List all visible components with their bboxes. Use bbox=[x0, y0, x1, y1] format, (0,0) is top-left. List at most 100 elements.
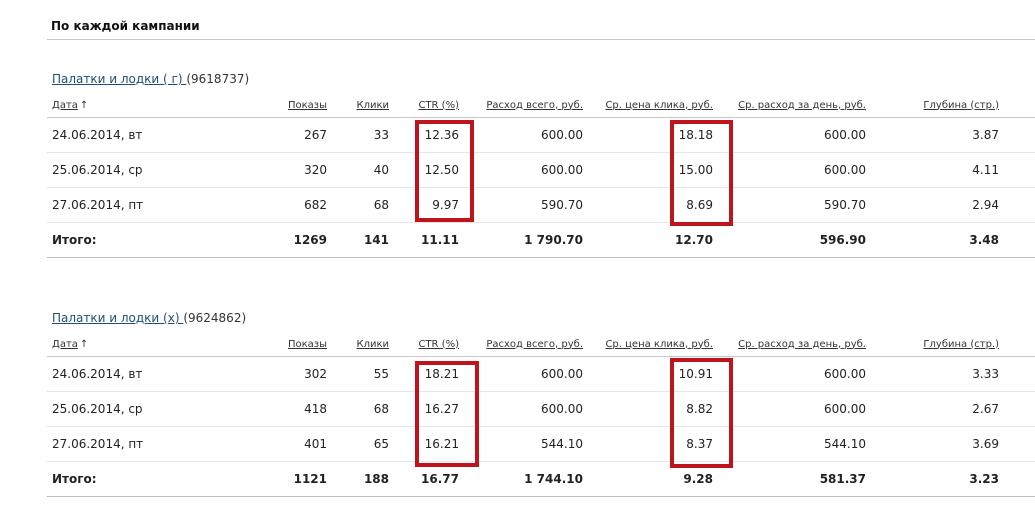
cell-spend: 600.00 bbox=[459, 356, 583, 392]
cell-clicks: 188 bbox=[327, 461, 389, 497]
cell-depth: 2.67 bbox=[866, 391, 999, 427]
cell-ctr: 18.21 bbox=[389, 356, 459, 392]
col-header-date[interactable]: Дата ↑ bbox=[47, 332, 247, 357]
section-divider bbox=[47, 39, 1035, 40]
cell-clicks: 68 bbox=[327, 187, 389, 223]
table-header-row: Дата ↑ Показы Клики CTR (%) Расход всего,… bbox=[47, 93, 1035, 118]
cell-avg-daily: 581.37 bbox=[713, 461, 866, 497]
cell-ctr: 12.50 bbox=[389, 152, 459, 188]
col-header-ctr[interactable]: CTR (%) bbox=[389, 93, 459, 118]
cell-avg-daily: 600.00 bbox=[713, 117, 866, 153]
col-header-depth[interactable]: Глубина (стр.) bbox=[866, 332, 999, 357]
cell-avg-cpc: 10.91 bbox=[583, 356, 713, 392]
cell-clicks: 40 bbox=[327, 152, 389, 188]
cell-avg-cpc: 8.82 bbox=[583, 391, 713, 427]
cell-avg-daily: 600.00 bbox=[713, 152, 866, 188]
col-header-spend[interactable]: Расход всего, руб. bbox=[459, 332, 583, 357]
cell-spend: 590.70 bbox=[459, 187, 583, 223]
cell-spend: 600.00 bbox=[459, 117, 583, 153]
total-row: Итого: 1121 188 16.77 1 744.10 9.28 581.… bbox=[47, 461, 1035, 497]
col-header-depth[interactable]: Глубина (стр.) bbox=[866, 93, 999, 118]
cell-avg-cpc: 9.28 bbox=[583, 461, 713, 497]
col-header-spend[interactable]: Расход всего, руб. bbox=[459, 93, 583, 118]
cell-shows: 682 bbox=[247, 187, 327, 223]
cell-shows: 320 bbox=[247, 152, 327, 188]
col-header-spacer bbox=[999, 93, 1035, 118]
col-header-avg-cpc[interactable]: Ср. цена клика, руб. bbox=[583, 332, 713, 357]
table-row: 25.06.2014, ср 320 40 12.50 600.00 15.00… bbox=[47, 152, 1035, 188]
cell-depth: 3.87 bbox=[866, 117, 999, 153]
cell-avg-cpc: 8.37 bbox=[583, 426, 713, 462]
cell-depth: 3.69 bbox=[866, 426, 999, 462]
col-header-avg-daily[interactable]: Ср. расход за день, руб. bbox=[713, 332, 866, 357]
table-row: 25.06.2014, ср 418 68 16.27 600.00 8.82 … bbox=[47, 391, 1035, 427]
cell-avg-cpc: 8.69 bbox=[583, 187, 713, 223]
cell-avg-daily: 596.90 bbox=[713, 222, 866, 258]
cell-clicks: 55 bbox=[327, 356, 389, 392]
table-row: 27.06.2014, пт 401 65 16.21 544.10 8.37 … bbox=[47, 426, 1035, 462]
campaign-name-link[interactable]: Палатки и лодки (х) bbox=[52, 311, 183, 325]
col-header-shows[interactable]: Показы bbox=[247, 93, 327, 118]
cell-spacer bbox=[999, 152, 1035, 188]
cell-avg-daily: 544.10 bbox=[713, 426, 866, 462]
table-row: 27.06.2014, пт 682 68 9.97 590.70 8.69 5… bbox=[47, 187, 1035, 223]
cell-total-label: Итого: bbox=[47, 222, 247, 258]
campaign-stats-table: Дата ↑ Показы Клики CTR (%) Расход всего,… bbox=[47, 93, 1035, 258]
cell-spacer bbox=[999, 391, 1035, 427]
cell-clicks: 68 bbox=[327, 391, 389, 427]
cell-date: 24.06.2014, вт bbox=[47, 117, 247, 153]
table-row: 24.06.2014, вт 302 55 18.21 600.00 10.91… bbox=[47, 356, 1035, 392]
cell-shows: 1269 bbox=[247, 222, 327, 258]
cell-spend: 1 790.70 bbox=[459, 222, 583, 258]
cell-avg-cpc: 18.18 bbox=[583, 117, 713, 153]
cell-depth: 4.11 bbox=[866, 152, 999, 188]
cell-shows: 267 bbox=[247, 117, 327, 153]
cell-spacer bbox=[999, 356, 1035, 392]
cell-depth: 3.48 bbox=[866, 222, 999, 258]
cell-date: 24.06.2014, вт bbox=[47, 356, 247, 392]
col-header-date[interactable]: Дата ↑ bbox=[47, 93, 247, 118]
cell-ctr: 11.11 bbox=[389, 222, 459, 258]
cell-spend: 600.00 bbox=[459, 152, 583, 188]
campaign-title: Палатки и лодки ( г) (9618737) bbox=[52, 72, 249, 86]
cell-clicks: 141 bbox=[327, 222, 389, 258]
cell-spacer bbox=[999, 187, 1035, 223]
cell-spacer bbox=[999, 222, 1035, 258]
cell-date: 25.06.2014, ср bbox=[47, 152, 247, 188]
cell-shows: 418 bbox=[247, 391, 327, 427]
col-header-shows[interactable]: Показы bbox=[247, 332, 327, 357]
total-row: Итого: 1269 141 11.11 1 790.70 12.70 596… bbox=[47, 222, 1035, 258]
col-header-avg-cpc[interactable]: Ср. цена клика, руб. bbox=[583, 93, 713, 118]
cell-spend: 1 744.10 bbox=[459, 461, 583, 497]
cell-avg-daily: 600.00 bbox=[713, 356, 866, 392]
cell-total-label: Итого: bbox=[47, 461, 247, 497]
col-header-clicks[interactable]: Клики bbox=[327, 93, 389, 118]
campaign-name-link[interactable]: Палатки и лодки ( г) bbox=[52, 72, 186, 86]
cell-shows: 401 bbox=[247, 426, 327, 462]
cell-avg-daily: 590.70 bbox=[713, 187, 866, 223]
sort-asc-icon: ↑ bbox=[79, 99, 89, 111]
col-header-avg-daily[interactable]: Ср. расход за день, руб. bbox=[713, 93, 866, 118]
table-row: 24.06.2014, вт 267 33 12.36 600.00 18.18… bbox=[47, 117, 1035, 153]
campaign-id: (9624862) bbox=[183, 311, 247, 325]
cell-spacer bbox=[999, 461, 1035, 497]
cell-date: 27.06.2014, пт bbox=[47, 426, 247, 462]
cell-clicks: 33 bbox=[327, 117, 389, 153]
campaign-id: (9618737) bbox=[186, 72, 250, 86]
campaign-stats-table: Дата ↑ Показы Клики CTR (%) Расход всего,… bbox=[47, 332, 1035, 497]
table-header-row: Дата ↑ Показы Клики CTR (%) Расход всего,… bbox=[47, 332, 1035, 357]
col-header-ctr[interactable]: CTR (%) bbox=[389, 332, 459, 357]
section-title: По каждой кампании bbox=[51, 19, 200, 33]
cell-shows: 1121 bbox=[247, 461, 327, 497]
cell-date: 25.06.2014, ср bbox=[47, 391, 247, 427]
col-header-spacer bbox=[999, 332, 1035, 357]
sort-asc-icon: ↑ bbox=[79, 338, 89, 350]
col-header-clicks[interactable]: Клики bbox=[327, 332, 389, 357]
cell-ctr: 16.27 bbox=[389, 391, 459, 427]
campaign-stats-page: По каждой кампании Палатки и лодки ( г) … bbox=[0, 0, 1035, 530]
cell-depth: 3.23 bbox=[866, 461, 999, 497]
cell-depth: 2.94 bbox=[866, 187, 999, 223]
cell-spacer bbox=[999, 117, 1035, 153]
campaign-title: Палатки и лодки (х) (9624862) bbox=[52, 311, 246, 325]
cell-clicks: 65 bbox=[327, 426, 389, 462]
